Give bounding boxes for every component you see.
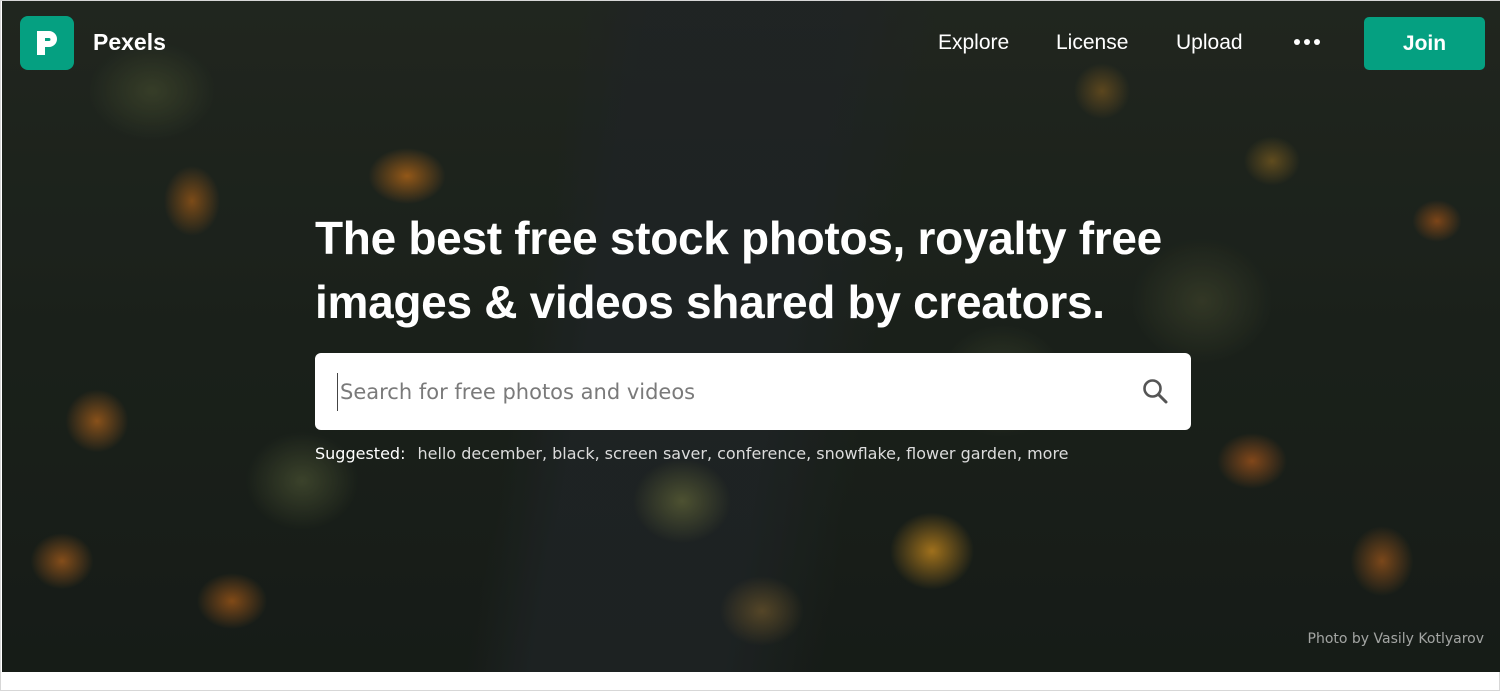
suggestion-screen-saver[interactable]: screen saver — [605, 444, 707, 463]
nav-upload[interactable]: Upload — [1176, 31, 1243, 55]
search-input[interactable] — [337, 373, 1117, 411]
logo-mark — [37, 31, 57, 55]
hero-headline: The best free stock photos, royalty free… — [315, 206, 1215, 334]
page-frame: Pexels Explore License Upload Join The b… — [0, 0, 1500, 691]
suggested-searches: Suggested: hello december, black, screen… — [315, 444, 1069, 468]
separator: , — [594, 444, 600, 463]
separator: , — [706, 444, 713, 463]
suggestion-more[interactable]: more — [1027, 444, 1068, 463]
dot — [1314, 39, 1320, 45]
nav-explore[interactable]: Explore — [938, 31, 1009, 55]
separator: , — [896, 444, 902, 463]
suggested-label: Suggested: — [315, 444, 406, 463]
nav-license[interactable]: License — [1056, 31, 1128, 55]
suggestion-hello-december[interactable]: hello december — [417, 444, 542, 463]
suggestion-flower-garden[interactable]: flower garden — [906, 444, 1017, 463]
hero-background-image — [2, 1, 1500, 672]
search-box — [315, 353, 1191, 430]
photo-credit[interactable]: Photo by Vasily Kotlyarov — [1308, 631, 1484, 647]
pexels-logo-icon[interactable] — [20, 16, 74, 70]
headline-line-2: images & videos shared by creators. — [315, 276, 1105, 328]
separator: , — [542, 444, 548, 463]
suggestion-conference[interactable]: conference — [717, 444, 806, 463]
suggestion-snowflake[interactable]: snowflake — [816, 444, 896, 463]
dot — [1304, 39, 1310, 45]
suggestion-black[interactable]: black — [552, 444, 594, 463]
more-dots-icon[interactable] — [1294, 39, 1320, 47]
headline-line-1: The best free stock photos, royalty free — [315, 212, 1162, 264]
separator: , — [1016, 444, 1023, 463]
separator: , — [806, 444, 812, 463]
brand-name[interactable]: Pexels — [93, 29, 166, 56]
hero-section: Pexels Explore License Upload Join The b… — [2, 1, 1500, 672]
join-button[interactable]: Join — [1364, 17, 1485, 70]
search-icon[interactable] — [1141, 377, 1169, 405]
dot — [1294, 39, 1300, 45]
